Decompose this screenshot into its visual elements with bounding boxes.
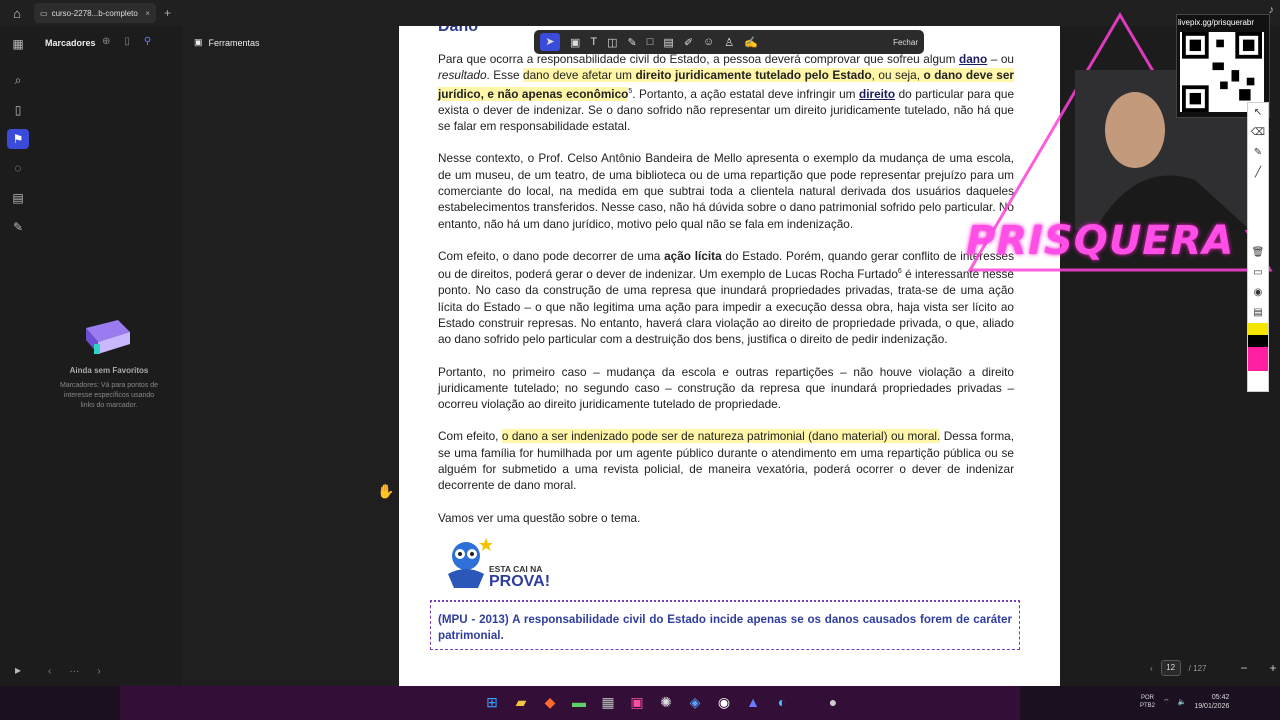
trash-tool-icon[interactable]: 🗑 [1248,243,1268,263]
pdf-reader-icon[interactable]: ▲ [745,694,761,711]
left-icon-rail: ▦ ⌕ ▯ ⚑ ◌ ▤ ✎ ▸ [0,26,36,686]
pen-tool-icon[interactable]: ✎ [628,36,637,49]
comment-tool-icon[interactable]: ◫ [607,36,617,49]
clipboard-tool-icon[interactable]: ▤ [1248,303,1268,323]
esta-cai-na-prova-logo: ESTA CAI NA PROVA! [438,534,578,596]
browser-tab[interactable]: ▭ curso-2278...b-completo × [34,3,156,23]
exam-question-box: (MPU - 2013) A responsabilidade civil do… [430,600,1020,650]
brave-browser-icon[interactable]: ◆ [542,694,558,711]
tab-close-button[interactable]: × [145,9,150,18]
home-icon[interactable]: ⌂ [0,6,34,21]
tools-button[interactable]: ▣ Ferramentas [194,37,260,48]
stamp-tool-icon[interactable]: ☺ [703,36,714,48]
close-toolbar-button[interactable]: Fechar [893,38,918,47]
signature-tool-icon[interactable]: ♙ [724,36,734,49]
empty-state-description: Marcadores: Vá para pontos de interesse … [59,382,159,409]
qr-code-image [1180,32,1264,112]
obs-icon[interactable]: ◈ [687,694,703,711]
next-bookmark-icon[interactable]: › [97,666,100,677]
add-bookmark-icon[interactable]: ⊕ [102,36,110,47]
prova-label: PROVA! [489,573,551,590]
media-app-icon[interactable]: ▣ [629,694,645,711]
new-tab-button[interactable]: + [164,6,171,20]
edge-browser-icon[interactable]: ◐ [774,694,790,711]
keyboard-language[interactable]: POR PTB2 [1140,694,1155,710]
os-taskbar: ⊞ ▰ ◆ ▬ ▦ ▣ ✺ ◈ ◉ ▲ ◐ ● POR PTB2 ⌔ 🔈 05:… [0,686,1280,720]
owl-mascot-icon [448,538,493,588]
paragraph-6: Vamos ver uma questão sobre o tema. [438,510,641,525]
windows-start-icon[interactable]: ⊞ [484,694,500,711]
shape-tool-icon[interactable]: □ [647,36,654,48]
terminal-icon[interactable]: ▬ [571,694,587,711]
paragraph-4: Portanto, no primeiro caso – mudança da … [438,364,1014,412]
layers-icon[interactable]: ▤ [7,188,29,208]
chatgpt-icon[interactable]: ✺ [658,694,674,711]
empty-state-title: Ainda sem Favoritos [69,366,149,375]
eraser-tool-icon[interactable]: ⌫ [1248,123,1268,143]
sign-tool-icon[interactable]: ✍ [744,36,758,49]
camera-tool-icon[interactable]: ◉ [1248,283,1268,303]
highlight-tool-icon[interactable]: ▤ [663,36,673,49]
wifi-icon[interactable]: ⌔ [1163,698,1170,707]
section-heading: Dano [438,26,478,35]
text-tool-icon[interactable]: T [590,36,597,48]
tools-label: Ferramentas [208,37,260,48]
system-clock[interactable]: 05:42 19/01/2026 [1194,693,1229,711]
right-tool-rail: ↖ ⌫ ✎ ╱ 🗑 ▭ ◉ ▤ [1247,102,1269,392]
paragraph-5: Com efeito, o dano a ser indenizado pode… [438,429,1014,493]
comment-icon[interactable]: ◌ [7,158,29,178]
monitor-tool-icon[interactable]: ▭ [1248,263,1268,283]
yellow-swatch[interactable] [1248,323,1268,335]
paragraph-3: Com efeito, o dano pode decorrer de uma … [438,248,1014,347]
pin-icon[interactable]: ⚲ [144,36,151,47]
page-navigator: ‹ 12 / 127 − + [1150,660,1277,676]
page-number-input[interactable]: 12 [1160,660,1181,676]
line-tool-icon[interactable]: ╱ [1248,163,1268,183]
donation-url: livepix.gg/prisquerabr [1178,18,1255,27]
cursor-tool-icon[interactable]: ↖ [1248,103,1268,123]
attachment-icon[interactable]: ✎ [7,217,29,237]
zoom-in-button[interactable]: + [1269,661,1276,675]
zoom-out-button[interactable]: − [1240,661,1247,675]
toolbox-icon: ▣ [194,37,203,47]
pencil-tool-icon[interactable]: ✐ [684,36,693,49]
tools-panel: ▣ Ferramentas [182,26,399,686]
paragraph-1: Para que ocorra a responsabilidade civil… [438,52,1015,134]
tab-title: curso-2278...b-completo [51,8,138,18]
streamer-name: PRISQUERA [966,218,1235,264]
search-icon[interactable]: ⌕ [7,70,29,90]
file-explorer-icon[interactable]: ▰ [513,694,529,711]
empty-bookmarks-illustration [86,320,130,354]
prev-page-icon[interactable]: ‹ [1150,664,1153,673]
media-icon[interactable]: ● [825,694,841,711]
grid-icon[interactable]: ▦ [7,34,29,54]
store-icon[interactable]: ◉ [716,694,732,711]
black-swatch[interactable] [1248,335,1268,347]
hand-cursor-icon: ✋ [377,483,395,499]
pink-swatch[interactable] [1248,347,1268,371]
delete-bookmark-icon[interactable]: ▯ [124,36,130,47]
total-pages: / 127 [1188,663,1207,673]
collapse-panel-icon[interactable]: ▸ [7,660,29,680]
bookmarks-panel: Marcadores ⊕ ▯ ⚲ Ainda sem Favoritos Mar… [36,26,182,686]
area-select-icon[interactable]: ▣ [570,36,580,49]
marker-tool-icon[interactable]: ✎ [1248,143,1268,163]
prev-bookmark-icon[interactable]: ‹ [48,666,51,677]
more-options-button[interactable]: ··· [69,666,79,677]
bookmarks-title: Marcadores [45,38,96,48]
annotation-toolbar: ➤ ▣ T ◫ ✎ □ ▤ ✐ ☺ ♙ ✍ Fechar [534,30,924,54]
paragraph-2: Nesse contexto, o Prof. Celso Antônio Ba… [438,151,1014,231]
volume-icon[interactable]: 🔈 [1178,698,1187,706]
pdf-tab-icon: ▭ [40,8,48,18]
select-tool-icon[interactable]: ➤ [540,33,560,51]
bookmark-icon[interactable]: ⚑ [7,129,29,149]
page-icon[interactable]: ▯ [7,100,29,120]
app-icon[interactable]: ▦ [600,694,616,711]
